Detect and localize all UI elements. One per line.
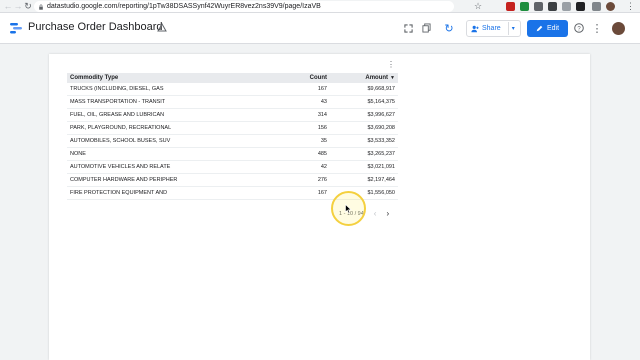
cell-amount: $5,164,375 (367, 99, 395, 105)
cell-amount: $3,533,352 (367, 138, 395, 144)
previous-page-icon[interactable]: ‹ (374, 209, 377, 218)
extensions-puzzle-icon[interactable] (592, 2, 601, 11)
table-row[interactable]: FUEL, OIL, GREASE AND LUBRICAN 314 $3,996,… (67, 109, 398, 122)
avatar[interactable] (612, 22, 625, 35)
column-header-amount-label: Amount (365, 75, 389, 81)
pencil-icon (536, 25, 543, 32)
cell-amount: $9,668,917 (367, 86, 395, 92)
cell-count: 276 (317, 177, 327, 183)
cell-amount: $2,197,464 (367, 177, 395, 183)
browser-menu-icon[interactable]: ⋮ (626, 0, 635, 13)
copy-report-icon[interactable] (420, 22, 432, 34)
chevron-down-icon[interactable]: ▾ (512, 25, 515, 32)
cell-count: 42 (320, 164, 327, 170)
cell-amount: $3,996,627 (367, 112, 395, 118)
table-row[interactable]: AUTOMOTIVE VEHICLES AND RELATE 42 $3,021,0… (67, 161, 398, 174)
table-row[interactable]: NONE 485 $3,265,237 (67, 148, 398, 161)
cell-commodity-type: NONE (70, 151, 86, 157)
table-row[interactable]: TRUCKS (INCLUDING, DIESEL, GAS 167 $9,668,… (67, 83, 398, 96)
add-person-icon (471, 25, 479, 32)
cell-amount: $3,265,237 (367, 151, 395, 157)
share-divider (507, 22, 509, 35)
reload-icon[interactable]: ↻ (22, 0, 34, 13)
cell-commodity-type: FUEL, OIL, GREASE AND LUBRICAN (70, 112, 165, 118)
cell-count: 167 (317, 190, 327, 196)
next-page-icon[interactable]: › (386, 209, 389, 218)
cell-count: 43 (320, 99, 327, 105)
bookmark-star-icon[interactable]: ☆ (474, 1, 482, 12)
edit-label: Edit (546, 25, 560, 32)
cell-commodity-type: AUTOMOTIVE VEHICLES AND RELATE (70, 164, 171, 170)
data-studio-logo-icon[interactable] (9, 21, 23, 35)
cell-commodity-type: FIRE PROTECTION EQUIPMENT AND (70, 190, 168, 196)
cell-count: 485 (317, 151, 327, 157)
cell-commodity-type: PARK, PLAYGROUND, RECREATIONAL (70, 125, 172, 131)
move-to-drive-icon[interactable] (157, 23, 167, 33)
table-body: TRUCKS (INCLUDING, DIESEL, GAS 167 $9,668,… (67, 83, 398, 200)
commodity-table[interactable]: Commodity Type Count Amount ▼ TRUCKS (IN… (67, 73, 398, 200)
cell-commodity-type: AUTOMOBILES, SCHOOL BUSES, SUV (70, 138, 171, 144)
extension-icon[interactable] (506, 2, 515, 11)
column-header-amount[interactable]: Amount ▼ (327, 75, 398, 81)
fullscreen-icon[interactable] (402, 22, 414, 34)
extension-icon[interactable] (562, 2, 571, 11)
browser-toolbar: ← → ↻ datastudio.google.com/reporting/1p… (0, 0, 640, 13)
cell-commodity-type: MASS TRANSPORTATION - TRANSIT (70, 99, 166, 105)
table-row[interactable]: AUTOMOBILES, SCHOOL BUSES, SUV 35 $3,533,3… (67, 135, 398, 148)
url-text: datastudio.google.com/reporting/1pTw38DS… (47, 3, 321, 10)
table-row[interactable]: COMPUTER HARDWARE AND PERIPHER 276 $2,197,… (67, 174, 398, 187)
share-label: Share (482, 25, 501, 32)
cell-commodity-type: COMPUTER HARDWARE AND PERIPHER (70, 177, 178, 183)
more-options-icon[interactable]: ⋮ (591, 22, 603, 35)
cell-amount: $3,690,208 (367, 125, 395, 131)
cell-count: 35 (320, 138, 327, 144)
refresh-data-icon[interactable]: ↻ (443, 22, 455, 35)
report-page: ⋮ Commodity Type Count Amount ▼ TRUCKS (… (49, 54, 590, 360)
table-header: Commodity Type Count Amount ▼ (67, 73, 398, 83)
report-canvas: ⋮ Commodity Type Count Amount ▼ TRUCKS (… (0, 44, 640, 360)
report-title[interactable]: Purchase Order Dashboard (28, 21, 163, 33)
cell-commodity-type: TRUCKS (INCLUDING, DIESEL, GAS (70, 86, 164, 92)
table-row[interactable]: PARK, PLAYGROUND, RECREATIONAL 156 $3,690,… (67, 122, 398, 135)
cell-amount: $3,021,091 (367, 164, 395, 170)
address-bar[interactable]: datastudio.google.com/reporting/1pTw38DS… (34, 1, 454, 12)
app-header: Purchase Order Dashboard ↻ Share ▾ Edit … (0, 13, 640, 44)
extension-icon[interactable] (548, 2, 557, 11)
edit-button[interactable]: Edit (527, 20, 568, 37)
cell-count: 167 (317, 86, 327, 92)
extension-icon[interactable] (534, 2, 543, 11)
chart-menu-icon[interactable]: ⋮ (387, 60, 395, 69)
table-row[interactable]: MASS TRANSPORTATION - TRANSIT 43 $5,164,37… (67, 96, 398, 109)
column-header-count[interactable]: Count (287, 75, 327, 81)
extension-icon[interactable] (520, 2, 529, 11)
cell-count: 314 (317, 112, 327, 118)
column-header-commodity-type[interactable]: Commodity Type (67, 75, 287, 81)
sort-descending-icon: ▼ (390, 75, 395, 81)
extension-icon[interactable] (576, 2, 585, 11)
lock-icon (39, 3, 43, 10)
cell-count: 156 (317, 125, 327, 131)
mouse-pointer-icon (345, 204, 352, 214)
share-button[interactable]: Share ▾ (466, 20, 521, 37)
profile-avatar-icon[interactable] (606, 2, 615, 11)
help-icon[interactable]: ? (573, 22, 585, 34)
